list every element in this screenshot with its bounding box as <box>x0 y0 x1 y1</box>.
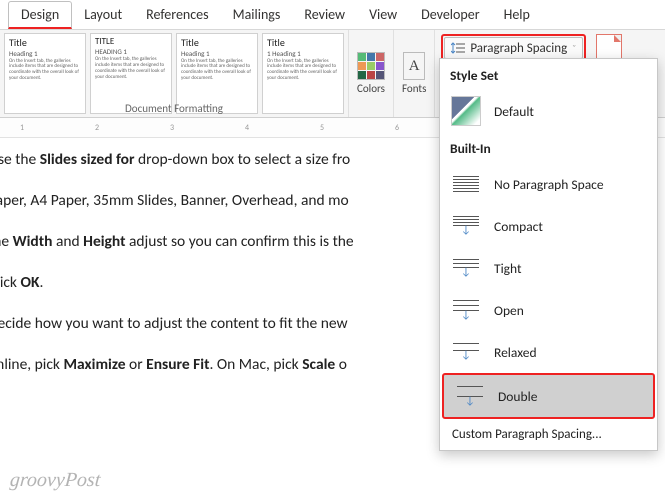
dropdown-item-tight[interactable]: ↓ Tight <box>440 247 657 289</box>
fonts-button[interactable]: A Fonts <box>394 30 435 117</box>
styles-gallery[interactable]: Title Heading 1 On the Insert tab, the g… <box>0 30 349 117</box>
dropdown-item-relaxed[interactable]: ↓ Relaxed <box>440 331 657 373</box>
style-title: Title <box>9 37 81 49</box>
spacing-icon: ↓ <box>450 337 482 367</box>
paragraph-spacing-dropdown: Style Set Default Built-In No Paragraph … <box>439 58 658 451</box>
dropdown-label: Double <box>498 388 537 405</box>
spacing-icon: ↓ <box>450 253 482 283</box>
spacing-icon: ↓ <box>454 381 486 411</box>
dropdown-header-style-set: Style Set <box>440 59 657 90</box>
tab-references[interactable]: References <box>134 2 220 27</box>
dropdown-item-open[interactable]: ↓ Open <box>440 289 657 331</box>
style-title: TITLE <box>95 37 167 47</box>
dropdown-item-custom[interactable]: Custom Paragraph Spacing... <box>440 419 657 450</box>
paragraph-spacing-label: Paragraph Spacing <box>470 41 567 56</box>
tab-help[interactable]: Help <box>492 2 542 27</box>
tab-mailings[interactable]: Mailings <box>221 2 293 27</box>
tab-design[interactable]: Design <box>8 1 72 29</box>
tab-review[interactable]: Review <box>292 2 357 27</box>
style-title: Title <box>267 37 339 49</box>
ruler-tick: 5 <box>320 123 324 133</box>
style-lorem: On the Insert tab, the galleries include… <box>95 57 167 80</box>
document-body[interactable]: Use the Slides sized for drop-down box t… <box>0 150 354 396</box>
paragraph-spacing-button[interactable]: Paragraph Spacing ˇ <box>444 37 583 59</box>
ruler-tick: 2 <box>95 123 99 133</box>
doc-line: Decide how you want to adjust the conten… <box>0 314 354 335</box>
dropdown-item-compact[interactable]: ↓ Compact <box>440 205 657 247</box>
colors-button[interactable]: Colors <box>349 30 394 117</box>
dropdown-item-default[interactable]: Default <box>440 90 657 132</box>
colors-label: Colors <box>357 82 385 95</box>
style-heading: Heading 1 <box>181 50 253 58</box>
doc-line: Paper, A4 Paper, 35mm Slides, Banner, Ov… <box>0 191 354 212</box>
fonts-icon: A <box>403 52 425 80</box>
spacing-icon: ↓ <box>450 211 482 241</box>
dropdown-item-no-space[interactable]: No Paragraph Space <box>440 163 657 205</box>
doc-line: Use the Slides sized for drop-down box t… <box>0 150 354 171</box>
tab-developer[interactable]: Developer <box>409 2 491 27</box>
dropdown-label: Tight <box>494 260 522 277</box>
style-lorem: On the Insert tab, the galleries include… <box>181 59 253 82</box>
dropdown-label: No Paragraph Space <box>494 176 604 193</box>
fonts-label: Fonts <box>402 82 426 95</box>
style-heading: HEADING 1 <box>95 48 167 56</box>
dropdown-header-built-in: Built-In <box>440 132 657 163</box>
colors-icon <box>357 52 385 80</box>
style-lorem: On the Insert tab, the galleries include… <box>267 59 339 82</box>
ribbon-tabs: Design Layout References Mailings Review… <box>0 0 665 30</box>
chevron-down-icon: ˇ <box>572 42 576 55</box>
style-heading: 1 Heading 1 <box>267 50 339 58</box>
style-lorem: On the Insert tab, the galleries include… <box>9 59 81 82</box>
ruler-tick: 1 <box>20 123 24 133</box>
style-title: Title <box>181 37 253 49</box>
spacing-icon: ↓ <box>450 295 482 325</box>
doc-line: Click OK. <box>0 273 354 294</box>
watermark-text: groovyPost <box>9 469 101 492</box>
tab-view[interactable]: View <box>357 2 409 27</box>
default-icon <box>451 96 481 126</box>
ruler-tick: 6 <box>395 123 399 133</box>
gallery-label: Document Formatting <box>0 102 348 115</box>
doc-line: online, pick Maximize or Ensure Fit. On … <box>0 355 354 376</box>
ruler-tick: 3 <box>170 123 174 133</box>
dropdown-label: Compact <box>494 218 543 235</box>
dropdown-label: Relaxed <box>494 344 537 361</box>
dropdown-item-double[interactable]: ↓ Double <box>442 373 655 419</box>
dropdown-label: Open <box>494 302 524 319</box>
style-heading: Heading 1 <box>9 50 81 58</box>
tab-layout[interactable]: Layout <box>72 2 134 27</box>
ruler-tick: 4 <box>245 123 249 133</box>
spacing-icon <box>450 169 482 199</box>
dropdown-label: Default <box>494 103 534 120</box>
paragraph-spacing-icon <box>451 41 465 55</box>
doc-line: the Width and Height adjust so you can c… <box>0 232 354 253</box>
